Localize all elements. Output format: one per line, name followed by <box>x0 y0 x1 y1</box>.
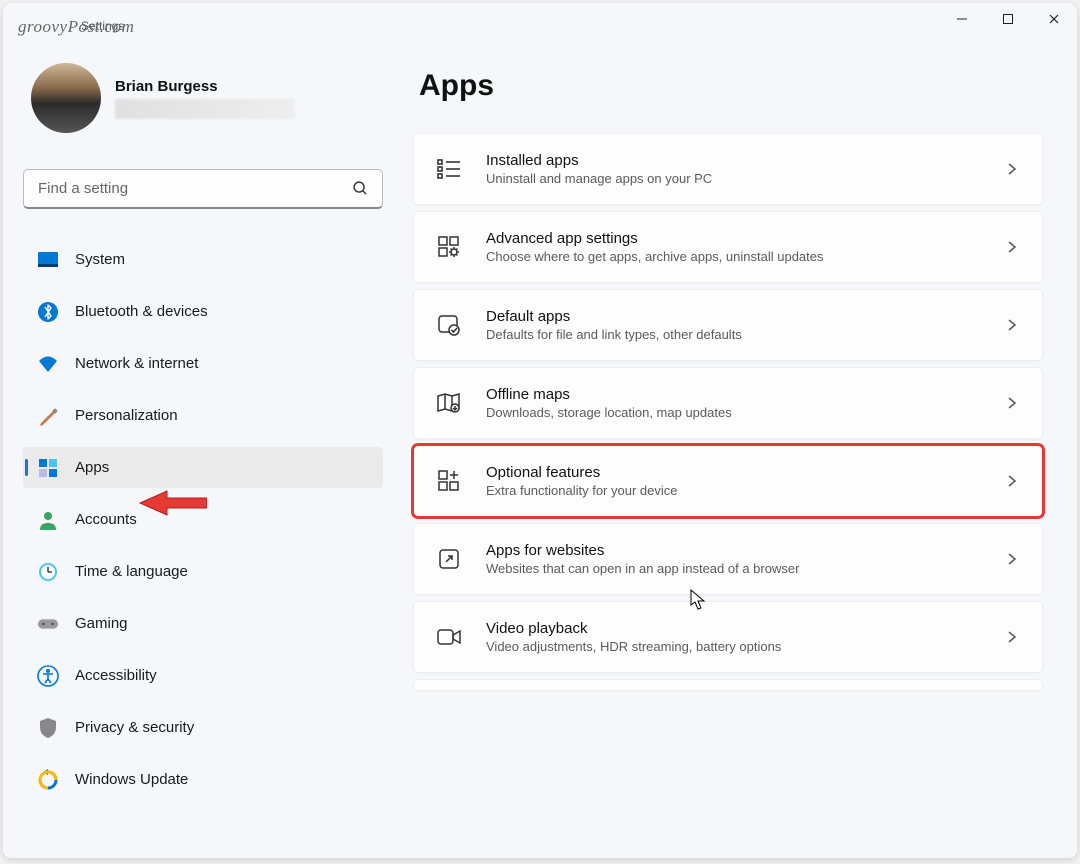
nav: System Bluetooth & devices Network & int… <box>23 239 383 800</box>
sidebar-item-network[interactable]: Network & internet <box>23 343 383 384</box>
update-icon <box>37 769 59 791</box>
sidebar-item-accessibility[interactable]: Accessibility <box>23 655 383 696</box>
page-title: Apps <box>419 69 1043 103</box>
sidebar-item-system[interactable]: System <box>23 239 383 280</box>
main-content: Apps Installed apps Uninstall and manage … <box>403 43 1077 858</box>
card-installed-apps[interactable]: Installed apps Uninstall and manage apps … <box>413 133 1043 205</box>
map-icon <box>436 390 462 416</box>
apps-icon <box>37 457 59 479</box>
sidebar-item-privacy[interactable]: Privacy & security <box>23 707 383 748</box>
chevron-right-icon <box>1004 161 1020 177</box>
chevron-right-icon <box>1004 239 1020 255</box>
grid-plus-icon <box>436 468 462 494</box>
card-sub: Defaults for file and link types, other … <box>486 327 1004 342</box>
sidebar-item-gaming[interactable]: Gaming <box>23 603 383 644</box>
card-cutoff <box>413 679 1043 691</box>
sidebar-item-label: Time & language <box>75 563 188 580</box>
person-icon <box>37 509 59 531</box>
close-button[interactable] <box>1031 3 1077 35</box>
list-icon <box>436 156 462 182</box>
card-optional-features[interactable]: Optional features Extra functionality for… <box>413 445 1043 517</box>
settings-window: Settings Brian Burgess S <box>3 3 1077 858</box>
card-title: Default apps <box>486 308 1004 325</box>
sidebar-item-label: Accounts <box>75 511 137 528</box>
card-check-icon <box>436 312 462 338</box>
card-sub: Video adjustments, HDR streaming, batter… <box>486 639 1004 654</box>
card-video-playback[interactable]: Video playback Video adjustments, HDR str… <box>413 601 1043 673</box>
sidebar-item-personalization[interactable]: Personalization <box>23 395 383 436</box>
sidebar-item-label: Gaming <box>75 615 128 632</box>
grid-gear-icon <box>436 234 462 260</box>
sidebar-item-label: Network & internet <box>75 355 198 372</box>
sidebar-item-label: Apps <box>75 459 109 476</box>
sidebar: Brian Burgess System Bluetooth & devices <box>3 43 403 858</box>
search-container <box>23 169 383 209</box>
sidebar-item-update[interactable]: Windows Update <box>23 759 383 800</box>
open-icon <box>436 546 462 572</box>
sidebar-item-apps[interactable]: Apps <box>23 447 383 488</box>
card-advanced-settings[interactable]: Advanced app settings Choose where to get… <box>413 211 1043 283</box>
card-title: Apps for websites <box>486 542 1004 559</box>
accessibility-icon <box>37 665 59 687</box>
card-sub: Choose where to get apps, archive apps, … <box>486 249 1004 264</box>
wifi-icon <box>37 353 59 375</box>
card-default-apps[interactable]: Default apps Defaults for file and link t… <box>413 289 1043 361</box>
watermark: groovyPost.com <box>18 17 134 37</box>
profile[interactable]: Brian Burgess <box>31 63 383 133</box>
chevron-right-icon <box>1004 317 1020 333</box>
sidebar-item-label: Windows Update <box>75 771 188 788</box>
chevron-right-icon <box>1004 395 1020 411</box>
card-title: Installed apps <box>486 152 1004 169</box>
card-title: Video playback <box>486 620 1004 637</box>
chevron-right-icon <box>1004 551 1020 567</box>
card-apps-websites[interactable]: Apps for websites Websites that can open … <box>413 523 1043 595</box>
chevron-right-icon <box>1004 473 1020 489</box>
gamepad-icon <box>37 613 59 635</box>
clock-icon <box>37 561 59 583</box>
avatar <box>31 63 101 133</box>
search-icon <box>352 180 369 197</box>
card-title: Advanced app settings <box>486 230 1004 247</box>
chevron-right-icon <box>1004 629 1020 645</box>
card-title: Offline maps <box>486 386 1004 403</box>
card-sub: Uninstall and manage apps on your PC <box>486 171 1004 186</box>
titlebar: Settings <box>3 3 1077 43</box>
profile-name: Brian Burgess <box>115 78 295 95</box>
bluetooth-icon <box>37 301 59 323</box>
card-offline-maps[interactable]: Offline maps Downloads, storage location,… <box>413 367 1043 439</box>
sidebar-item-accounts[interactable]: Accounts <box>23 499 383 540</box>
card-sub: Websites that can open in an app instead… <box>486 561 1004 576</box>
card-sub: Downloads, storage location, map updates <box>486 405 1004 420</box>
sidebar-item-bluetooth[interactable]: Bluetooth & devices <box>23 291 383 332</box>
sidebar-item-label: Personalization <box>75 407 178 424</box>
sidebar-item-label: Accessibility <box>75 667 157 684</box>
maximize-button[interactable] <box>985 3 1031 35</box>
sidebar-item-label: System <box>75 251 125 268</box>
video-icon <box>436 624 462 650</box>
paint-icon <box>37 405 59 427</box>
profile-email-blur <box>115 99 295 119</box>
sidebar-item-label: Bluetooth & devices <box>75 303 208 320</box>
card-sub: Extra functionality for your device <box>486 483 1004 498</box>
card-title: Optional features <box>486 464 1004 481</box>
cards-list: Installed apps Uninstall and manage apps … <box>413 133 1043 693</box>
window-controls <box>939 3 1077 35</box>
search-input[interactable] <box>23 169 383 209</box>
sidebar-item-time[interactable]: Time & language <box>23 551 383 592</box>
minimize-button[interactable] <box>939 3 985 35</box>
sidebar-item-label: Privacy & security <box>75 719 194 736</box>
shield-icon <box>37 717 59 739</box>
display-icon <box>37 249 59 271</box>
